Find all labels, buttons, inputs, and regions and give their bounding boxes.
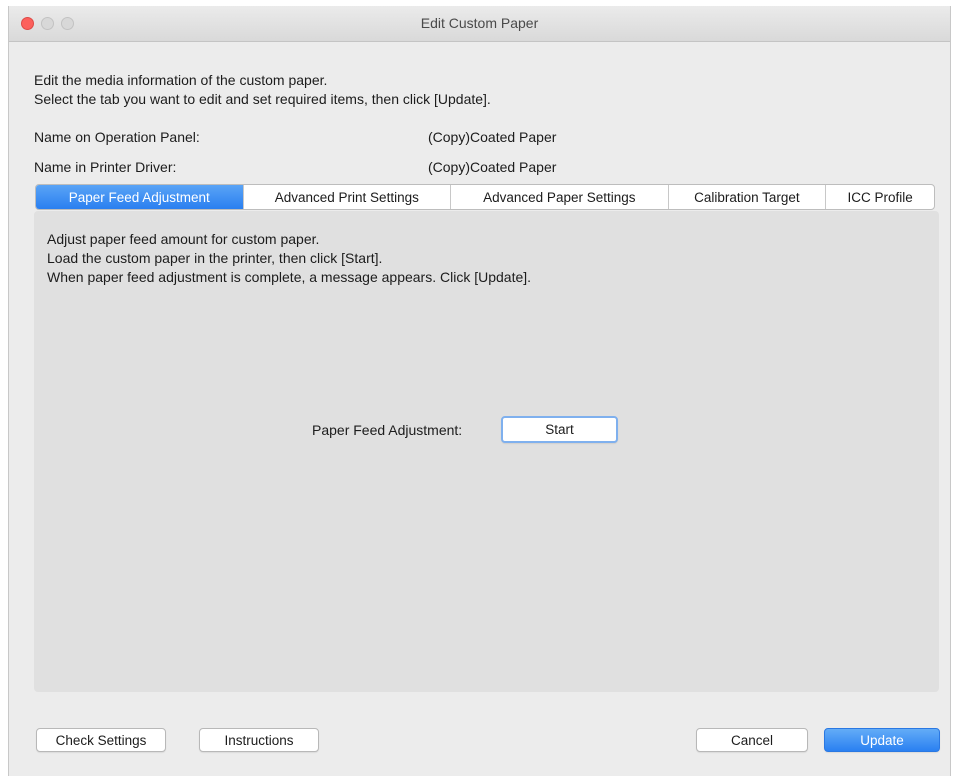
update-button[interactable]: Update [824,728,940,752]
edit-custom-paper-window: Edit Custom Paper Edit the media informa… [8,6,951,776]
title-bar[interactable]: Edit Custom Paper [9,6,950,42]
panel-instruction-line-3: When paper feed adjustment is complete, … [47,269,532,285]
check-settings-button[interactable]: Check Settings [36,728,166,752]
intro-line-2: Select the tab you want to edit and set … [34,91,491,107]
start-button[interactable]: Start [501,416,618,443]
panel-instruction-line-2: Load the custom paper in the printer, th… [47,250,383,266]
paper-feed-adjustment-panel: Adjust paper feed amount for custom pape… [34,211,939,692]
tab-advanced-print-settings[interactable]: Advanced Print Settings [244,185,452,209]
tab-paper-feed-adjustment[interactable]: Paper Feed Adjustment [36,185,244,209]
cancel-button[interactable]: Cancel [696,728,808,752]
paper-feed-adjustment-label: Paper Feed Adjustment: [312,422,463,438]
settings-tab-bar: Paper Feed Adjustment Advanced Print Set… [35,184,935,210]
printer-driver-name-label: Name in Printer Driver: [34,159,177,175]
panel-instruction-line-1: Adjust paper feed amount for custom pape… [47,231,320,247]
instructions-button[interactable]: Instructions [199,728,319,752]
operation-panel-name-label: Name on Operation Panel: [34,129,200,145]
tab-icc-profile[interactable]: ICC Profile [826,185,934,209]
printer-driver-name-value: (Copy)Coated Paper [428,159,557,175]
operation-panel-name-value: (Copy)Coated Paper [428,129,557,145]
tab-advanced-paper-settings[interactable]: Advanced Paper Settings [451,185,669,209]
intro-line-1: Edit the media information of the custom… [34,72,328,88]
tab-calibration-target[interactable]: Calibration Target [669,185,827,209]
window-title: Edit Custom Paper [420,15,539,31]
